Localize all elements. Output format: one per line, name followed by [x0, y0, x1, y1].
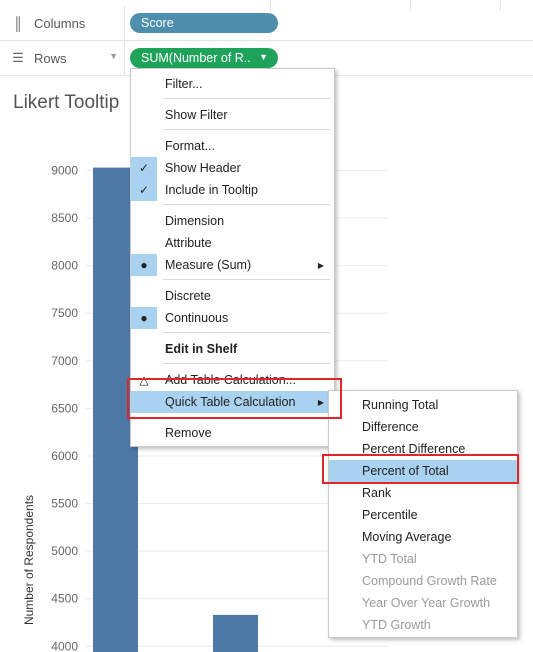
- submenu-item-label: Rank: [362, 486, 392, 500]
- y-tick-label: 6000: [51, 449, 78, 463]
- chevron-down-icon[interactable]: ▼: [109, 51, 118, 61]
- submenu-item-label: Percentile: [362, 508, 418, 522]
- checkmark-icon: ✓: [131, 179, 157, 201]
- submenu-item-ytd-growth: YTD Growth: [329, 614, 517, 636]
- rows-label-text: Rows: [34, 50, 67, 66]
- menu-item-label: Discrete: [165, 289, 211, 303]
- menu-item-remove[interactable]: Remove: [131, 422, 334, 444]
- checkmark-icon: ✓: [131, 157, 157, 179]
- y-tick-label: 9000: [51, 163, 78, 177]
- y-tick-label: 8000: [51, 259, 78, 273]
- submenu-item-rank[interactable]: Rank: [329, 482, 517, 504]
- callout-highlight-box: [127, 378, 342, 419]
- submenu-item-ytd-total: YTD Total: [329, 548, 517, 570]
- y-tick-label: 7500: [51, 306, 78, 320]
- y-axis-ticks: 4000 4500 5000 5500 6000 6500 7000 7500 8000 8500…: [51, 163, 78, 652]
- y-tick-label: 4500: [51, 592, 78, 606]
- menu-item-label: Edit in Shelf: [165, 342, 238, 356]
- shelf-divider: [270, 0, 271, 11]
- menu-item-label: Show Filter: [165, 108, 228, 122]
- submenu-item-label: Compound Growth Rate: [362, 574, 497, 588]
- menu-item-edit-in-shelf[interactable]: Edit in Shelf: [131, 338, 334, 360]
- menu-item-label: Measure (Sum): [165, 258, 252, 272]
- menu-item-filter[interactable]: Filter...: [131, 73, 334, 95]
- menu-item-show-header[interactable]: ✓ Show Header: [131, 157, 334, 179]
- columns-shelf: ║ Columns Score: [0, 6, 533, 41]
- menu-item-label: Attribute: [165, 236, 212, 250]
- y-tick-label: 5500: [51, 497, 78, 511]
- radio-dot-icon: ●: [131, 254, 157, 276]
- shelf-divider: [410, 0, 411, 11]
- submenu-item-running-total[interactable]: Running Total: [329, 394, 517, 416]
- submenu-item-label: Moving Average: [362, 530, 452, 544]
- menu-item-show-filter[interactable]: Show Filter: [131, 104, 334, 126]
- menu-separator: [163, 279, 330, 280]
- sheet-title: Likert Tooltip: [13, 92, 120, 113]
- menu-item-label: Remove: [165, 426, 212, 440]
- rows-icon: ☰: [12, 50, 24, 65]
- quick-table-calc-submenu: Running Total Difference Percent Differe…: [328, 390, 518, 638]
- menu-separator: [163, 363, 330, 364]
- submenu-item-label: Year Over Year Growth: [362, 596, 491, 610]
- menu-item-continuous[interactable]: ● Continuous: [131, 307, 334, 329]
- menu-item-label: Dimension: [165, 214, 225, 228]
- y-tick-label: 6500: [51, 401, 78, 415]
- bar[interactable]: [213, 614, 258, 652]
- menu-item-label: Filter...: [165, 77, 203, 91]
- submenu-item-label: Running Total: [362, 398, 439, 412]
- y-tick-label: 4000: [51, 639, 78, 652]
- menu-item-discrete[interactable]: Discrete: [131, 285, 334, 307]
- pill-dropdown-icon[interactable]: ▼: [259, 52, 268, 62]
- submenu-item-year-over-year-growth: Year Over Year Growth: [329, 592, 517, 614]
- shelf-divider: [500, 0, 501, 11]
- submenu-item-moving-average[interactable]: Moving Average: [329, 526, 517, 548]
- callout-highlight-box: [322, 454, 519, 484]
- rows-shelf-label: ☰ Rows ▼: [0, 41, 125, 75]
- submenu-item-compound-growth-rate: Compound Growth Rate: [329, 570, 517, 592]
- menu-item-include-in-tooltip[interactable]: ✓ Include in Tooltip: [131, 179, 334, 201]
- columns-icon: ║: [13, 15, 23, 31]
- submenu-item-label: Difference: [362, 420, 419, 434]
- menu-item-label: Format...: [165, 139, 216, 153]
- menu-item-label: Include in Tooltip: [165, 183, 258, 197]
- menu-separator: [163, 98, 330, 99]
- score-pill[interactable]: Score: [130, 13, 278, 33]
- submenu-item-label: YTD Growth: [362, 618, 431, 632]
- menu-separator: [163, 129, 330, 130]
- sum-measure-pill[interactable]: SUM(Number of R.. ▼: [130, 48, 278, 68]
- menu-item-attribute[interactable]: Attribute: [131, 232, 334, 254]
- radio-dot-icon: ●: [131, 307, 157, 329]
- submenu-item-percentile[interactable]: Percentile: [329, 504, 517, 526]
- menu-item-measure[interactable]: ● Measure (Sum) ▶: [131, 254, 334, 276]
- menu-separator: [163, 204, 330, 205]
- submenu-arrow-icon: ▶: [317, 260, 324, 270]
- y-tick-label: 8500: [51, 211, 78, 225]
- y-tick-label: 7000: [51, 354, 78, 368]
- menu-item-dimension[interactable]: Dimension: [131, 210, 334, 232]
- y-tick-label: 5000: [51, 544, 78, 558]
- menu-item-label: Show Header: [165, 161, 241, 175]
- submenu-item-difference[interactable]: Difference: [329, 416, 517, 438]
- submenu-item-label: YTD Total: [362, 552, 417, 566]
- sum-pill-label: SUM(Number of R..: [141, 51, 251, 65]
- menu-item-label: Continuous: [165, 311, 229, 325]
- menu-separator: [163, 332, 330, 333]
- score-pill-label: Score: [141, 16, 174, 30]
- columns-label-text: Columns: [34, 15, 86, 31]
- columns-shelf-label: ║ Columns: [0, 6, 125, 40]
- menu-item-format[interactable]: Format...: [131, 135, 334, 157]
- y-axis-title: Number of Respondents: [22, 495, 36, 625]
